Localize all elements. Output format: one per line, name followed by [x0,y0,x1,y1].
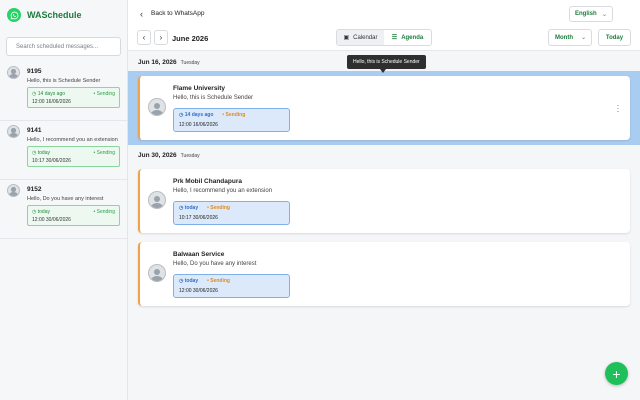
scheduled-datetime: 12:00 30/06/2026 [32,217,71,223]
event-title: Balwaan Service [173,251,225,258]
status-text: • Sending [222,112,246,118]
language-select[interactable]: English ⌄ [569,6,613,22]
agenda-event-card[interactable]: Prk Mobil Chandapura Hello, I recommend … [138,169,630,233]
agenda-weekday: Tuesday [180,60,200,66]
whatsapp-logo-icon [7,8,21,22]
next-period-button[interactable]: › [154,30,168,45]
app-name: WASchedule [27,10,82,20]
tooltip-arrow [380,69,386,73]
status-label: Sending [210,205,230,211]
prev-period-button[interactable]: ‹ [137,30,151,45]
status-text: • Sending [207,205,230,211]
calendar-view-button[interactable]: ▣ Calendar [337,30,384,45]
brand: WASchedule [0,0,127,30]
status-text: Sending [96,150,115,156]
item-message: Hello, Do you have any interest [27,196,104,202]
time-ago: today [37,209,50,215]
calendar-icon: ▣ [343,35,350,41]
status-text: • Sending [207,278,230,284]
item-title: 9195 [27,68,42,75]
agenda-date-header: Jun 30, 2026 Tuesday [138,152,200,159]
agenda-event-card[interactable]: Flame University Hello, this is Schedule… [138,76,630,140]
item-title: 9152 [27,186,42,193]
time-ago: 14 days ago [184,112,214,118]
contact-avatar [7,184,20,197]
contact-avatar [7,125,20,138]
time-ago: 14 days ago [37,91,66,97]
scheduled-datetime: 10:17 30/06/2026 [32,158,71,164]
add-schedule-button[interactable]: + [605,362,628,385]
schedule-badge: ◷ 14 days ago • Sending 12:00 16/06/2026 [27,87,120,108]
agenda-date: Jun 16, 2026 [138,59,177,66]
header: ‹ Back to WhatsApp English ⌄ [128,0,640,27]
event-schedule-badge: ◷ 14 days ago • Sending 12:00 16/06/2026 [173,108,290,132]
back-label: Back to WhatsApp [151,10,205,17]
agenda-date: Jun 30, 2026 [138,152,177,159]
contact-avatar [148,98,166,116]
agenda-weekday: Tuesday [180,153,200,159]
event-message: Hello, I recommend you an extension [173,188,273,194]
contact-avatar [148,191,166,209]
status-label: Sending [210,278,230,284]
today-button[interactable]: Today [598,29,631,46]
status-label: Sending [225,112,246,118]
sidebar-scheduled-item[interactable]: 9195 Hello, this is Schedule Sender ◷ 14… [0,62,127,121]
agenda-date-header: Jun 16, 2026 Tuesday [138,59,200,66]
time-ago: today [37,150,50,156]
item-message: Hello, I recommend you an extension [27,137,118,143]
back-to-whatsapp-link[interactable]: ‹ Back to WhatsApp [140,9,204,19]
sidebar-scheduled-item[interactable]: 9152 Hello, Do you have any interest ◷ t… [0,180,127,239]
chevron-down-icon: ⌄ [580,35,586,41]
message-tooltip: Hello, this is Schedule Sender [347,55,426,69]
range-value: Month [555,34,573,41]
chevron-left-icon: ‹ [142,33,146,42]
scheduled-datetime: 12:00 16/06/2026 [179,122,218,128]
contact-avatar [148,264,166,282]
search-input[interactable]: Search scheduled messages... [6,37,121,56]
more-options-icon[interactable]: · · · [616,102,620,116]
scheduled-datetime: 12:00 16/06/2026 [32,99,71,105]
current-period: June 2026 [172,34,209,43]
main-panel: ‹ Back to WhatsApp English ⌄ ‹ › June 20… [128,0,640,400]
item-message: Hello, this is Schedule Sender [27,78,101,84]
event-schedule-badge: ◷ today • Sending 12:00 30/06/2026 [173,274,290,298]
agenda-event-card[interactable]: Balwaan Service Hello, Do you have any i… [138,242,630,306]
status-text: Sending [96,91,115,97]
view-switcher: ▣ Calendar ☰ Agenda [336,29,432,46]
schedule-badge: ◷ today • Sending 10:17 30/06/2026 [27,146,120,167]
status-text: Sending [96,209,115,215]
sidebar: WASchedule Search scheduled messages... … [0,0,128,400]
scheduled-datetime: 10:17 30/06/2026 [179,215,218,221]
sidebar-scheduled-item[interactable]: 9141 Hello, I recommend you an extension… [0,121,127,180]
event-schedule-badge: ◷ today • Sending 10:17 30/06/2026 [173,201,290,225]
language-value: English [575,11,597,17]
agenda-view-button[interactable]: ☰ Agenda [384,30,431,45]
chevron-down-icon: ⌄ [601,11,607,18]
time-ago: today [184,205,199,211]
plus-icon: + [612,365,621,382]
item-title: 9141 [27,127,42,134]
scheduled-datetime: 12:00 30/06/2026 [179,288,218,294]
range-select[interactable]: Month ⌄ [548,29,592,46]
arrow-left-icon: ‹ [140,8,143,19]
chevron-right-icon: › [159,33,163,42]
event-title: Prk Mobil Chandapura [173,178,242,185]
event-title: Flame University [173,85,226,92]
time-ago: today [184,278,199,284]
contact-avatar [7,66,20,79]
list-icon: ☰ [391,35,398,41]
calendar-view-label: Calendar [353,34,378,41]
event-message: Hello, this is Schedule Sender [173,95,254,101]
calendar-toolbar: ‹ › June 2026 ▣ Calendar ☰ Agenda Month … [128,27,640,51]
agenda-view-label: Agenda [401,34,424,41]
schedule-badge: ◷ today • Sending 12:00 30/06/2026 [27,205,120,226]
event-message: Hello, Do you have any interest [173,261,257,267]
